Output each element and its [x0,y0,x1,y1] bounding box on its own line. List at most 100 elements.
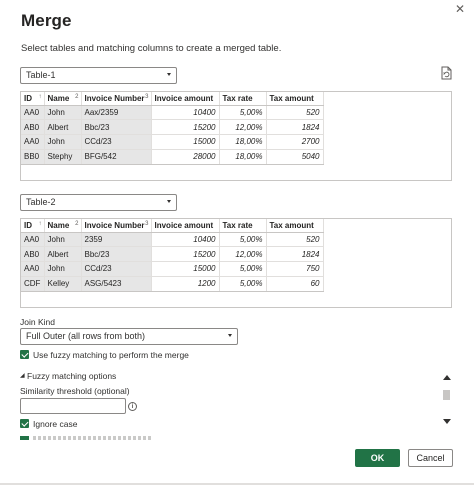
column-header[interactable]: Invoice amount [151,219,220,233]
table1-grid: ID ↑ Name 2 Invoice Number 3 Invoice amount Tax… [21,92,324,165]
table-cell: 1824 [266,119,324,136]
column-header-label: Tax amount [269,220,314,230]
info-icon[interactable]: i [128,402,137,411]
column-header[interactable]: ID ↑ [21,92,45,106]
column-header-label: Invoice amount [154,93,214,103]
column-header[interactable]: Name 2 [44,219,82,233]
sort-order-badge: 3 [145,221,149,227]
table-cell: Bbc/23 [81,119,152,136]
table-cell: 520 [266,105,324,121]
sort-order-badge: ↑ [38,94,42,100]
table-cell: 15000 [151,261,220,277]
table-cell: 60 [266,276,324,292]
scroll-up-icon[interactable] [443,375,451,380]
table-cell: 15200 [151,119,220,136]
column-header[interactable]: Tax rate [219,219,267,233]
fuzzy-options-toggle[interactable]: Fuzzy matching options [27,371,116,381]
table-cell: AA0 [21,105,45,121]
chevron-down-icon [167,200,171,203]
table-cell: 12,00% [219,246,267,263]
table-cell: 1200 [151,276,220,292]
table-cell: 15200 [151,246,220,263]
column-header[interactable]: Tax amount [266,92,324,106]
table-row: AA0 John CCd/23 15000 5,00% 750 [21,261,324,277]
table2-preview: ID ↑ Name 2 Invoice Number 3 Invoice amount Tax… [20,218,452,308]
table-cell: John [44,261,82,277]
column-header[interactable]: Invoice amount [151,92,220,106]
table-cell: 18,00% [219,134,267,150]
close-icon[interactable]: ✕ [452,2,468,16]
table-cell: Kelley [44,276,82,292]
table-cell: Albert [44,119,82,136]
table-cell: AB0 [21,119,45,136]
column-header[interactable]: ID ↑ [21,219,45,233]
collapse-triangle-icon[interactable]: ◢ [20,372,25,379]
column-header-label: Name [47,220,70,230]
merge-dialog: Merge ✕ Select tables and matching colum… [0,0,474,485]
table-row: AA0 John CCd/23 15000 18,00% 2700 [21,134,324,150]
column-header[interactable]: Tax rate [219,92,267,106]
table-cell: John [44,232,82,248]
similarity-threshold-input[interactable] [20,398,126,414]
table-cell: John [44,105,82,121]
ignore-case-label: Ignore case [33,419,78,429]
table-cell: BFG/542 [81,149,152,165]
table-cell: AA0 [21,134,45,150]
table-cell: 15000 [151,134,220,150]
column-header[interactable]: Invoice Number 3 [81,219,152,233]
table-cell: CDF [21,276,45,292]
join-kind-select[interactable]: Full Outer (all rows from both) [20,328,238,345]
table-cell: 5040 [266,149,324,165]
table-cell: 5,00% [219,105,267,121]
column-header-label: Tax amount [269,93,314,103]
clipped-checkbox [20,436,29,440]
table-cell: John [44,134,82,150]
column-header-label: ID [24,93,32,103]
table-cell: Stephy [44,149,82,165]
ok-button[interactable]: OK [355,449,400,467]
table-row: AB0 Albert Bbc/23 15200 12,00% 1824 [21,119,324,136]
options-scrollbar[interactable] [441,366,452,432]
table2-select-value: Table-2 [26,197,56,207]
cancel-button[interactable]: Cancel [408,449,453,467]
scroll-down-icon[interactable] [443,419,451,424]
column-header-label: Invoice amount [154,220,214,230]
table-cell: AB0 [21,246,45,263]
refresh-preview-icon[interactable] [440,66,454,81]
table-row: AB0 Albert Bbc/23 15200 12,00% 1824 [21,246,324,263]
table-cell: CCd/23 [81,261,152,277]
column-header-label: ID [24,220,32,230]
column-header-label: Invoice Number [84,93,145,103]
column-header-label: Invoice Number [84,220,145,230]
table-cell: 2359 [81,232,152,248]
chevron-down-icon [167,73,171,76]
dialog-title: Merge [21,11,72,30]
column-header[interactable]: Tax amount [266,219,324,233]
table-cell: 28000 [151,149,220,165]
table-cell: CCd/23 [81,134,152,150]
table-cell: 5,00% [219,261,267,277]
column-header[interactable]: Name 2 [44,92,82,106]
sort-order-badge: 2 [75,94,79,100]
table-cell: 750 [266,261,324,277]
table-cell: 5,00% [219,276,267,292]
chevron-down-icon [228,334,232,337]
table-cell: 10400 [151,105,220,121]
fuzzy-matching-label: Use fuzzy matching to perform the merge [33,350,189,360]
table-cell: 5,00% [219,232,267,248]
table-cell: Bbc/23 [81,246,152,263]
table-cell: 2700 [266,134,324,150]
table1-select[interactable]: Table-1 [20,67,177,84]
scroll-thumb[interactable] [443,390,450,400]
table-cell: 12,00% [219,119,267,136]
column-header[interactable]: Invoice Number 3 [81,92,152,106]
column-header-label: Tax rate [222,220,253,230]
table2-select[interactable]: Table-2 [20,194,177,211]
table-row: AA0 John 2359 10400 5,00% 520 [21,232,324,248]
sort-order-badge: 2 [75,221,79,227]
dialog-subtitle: Select tables and matching columns to cr… [21,43,282,54]
ignore-case-checkbox[interactable] [20,419,29,428]
table-cell: 18,00% [219,149,267,165]
clipped-option-row [20,436,160,440]
fuzzy-matching-checkbox[interactable] [20,350,29,359]
